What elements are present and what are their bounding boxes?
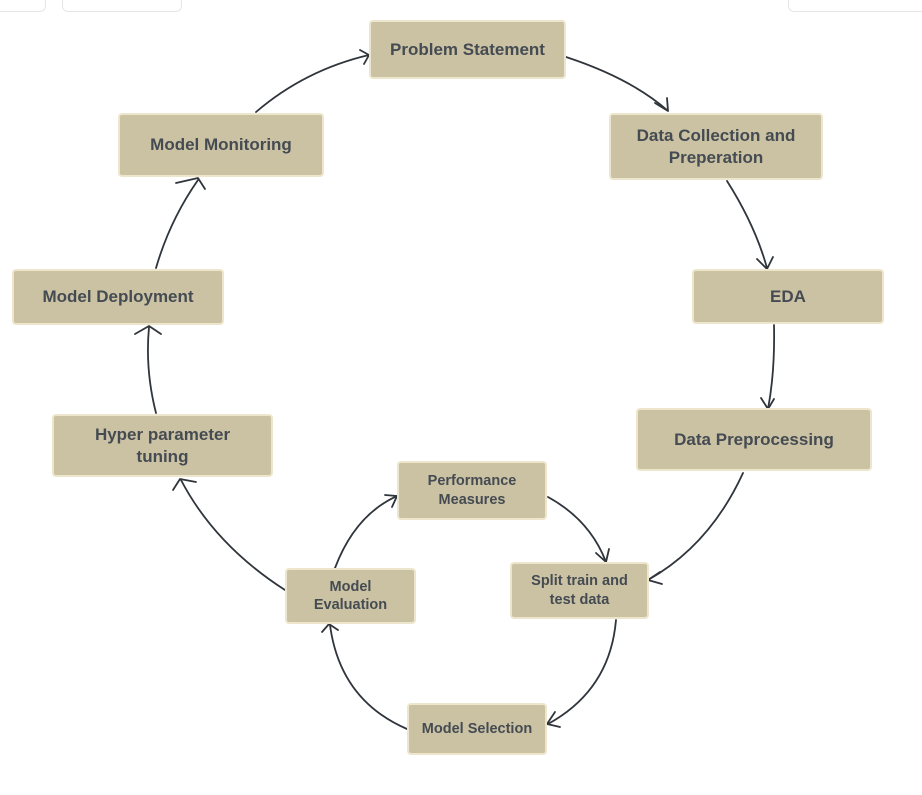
edge-selection-to-evaluation (329, 624, 408, 730)
node-hyper-parameter-tuning[interactable]: Hyper parameter tuning (52, 414, 273, 477)
edge-problem-to-collection (565, 56, 668, 111)
node-data-preprocessing[interactable]: Data Preprocessing (636, 408, 872, 471)
edge-collection-to-eda (726, 180, 768, 269)
node-split-train-test[interactable]: Split train and test data (510, 562, 649, 619)
arrowhead (175, 177, 206, 190)
edge-evaluation-to-performance (334, 495, 398, 569)
edge-preprocessing-to-split (647, 472, 744, 581)
node-performance-measures[interactable]: Performance Measures (397, 461, 547, 520)
edge-deployment-to-monitoring (155, 179, 199, 269)
edge-monitoring-to-problem (255, 54, 370, 113)
node-problem-statement[interactable]: Problem Statement (369, 20, 566, 79)
arrowhead (172, 478, 197, 491)
edge-tuning-to-deployment (147, 326, 157, 414)
node-model-evaluation[interactable]: Model Evaluation (285, 568, 416, 624)
arrowhead (546, 711, 561, 728)
edge-evaluation-to-tuning (180, 479, 286, 591)
edge-split-to-selection (547, 619, 617, 725)
edge-eda-to-preprocessing (767, 324, 776, 410)
node-eda[interactable]: EDA (692, 269, 884, 324)
node-data-collection[interactable]: Data Collection and Preperation (609, 113, 823, 180)
node-model-monitoring[interactable]: Model Monitoring (118, 113, 324, 177)
node-model-selection[interactable]: Model Selection (407, 703, 547, 755)
edge-performance-to-split (547, 496, 607, 563)
node-model-deployment[interactable]: Model Deployment (12, 269, 224, 325)
